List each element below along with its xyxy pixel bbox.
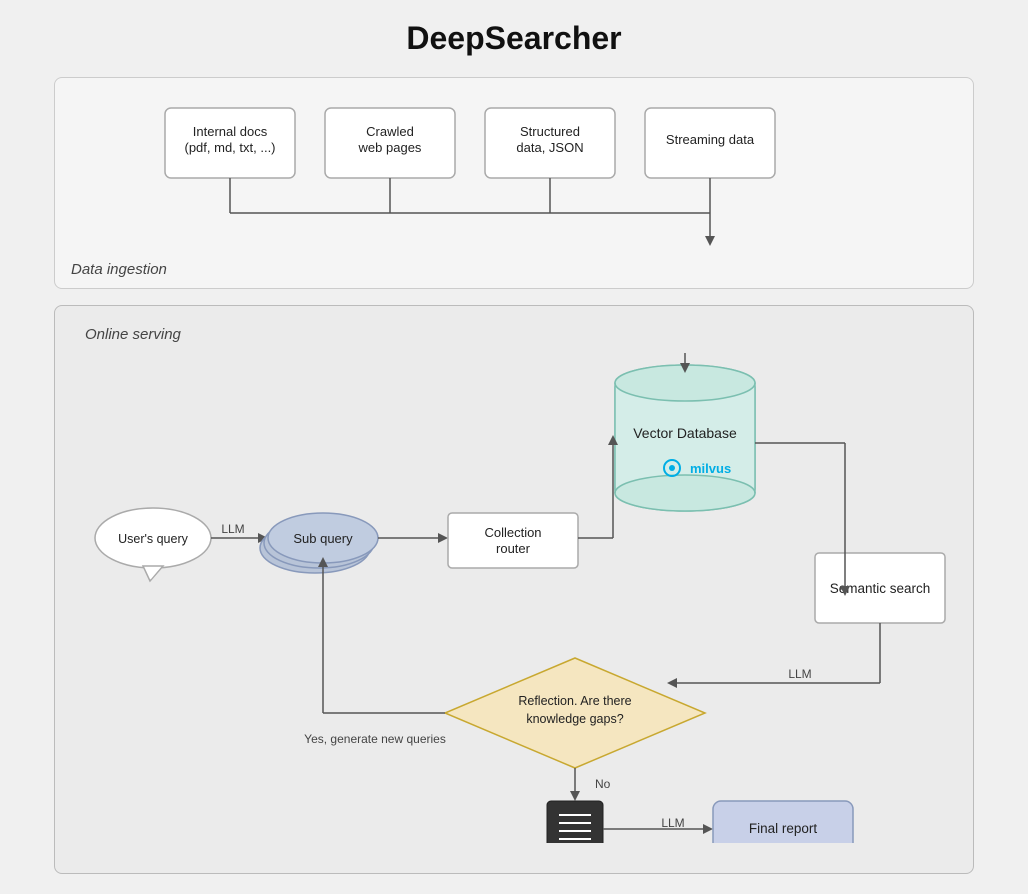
svg-text:Internal docs: Internal docs <box>193 124 268 139</box>
svg-text:Structured: Structured <box>520 124 580 139</box>
data-ingestion-diagram: Internal docs (pdf, md, txt, ...) Crawle… <box>85 98 945 258</box>
svg-text:Sub query: Sub query <box>293 531 353 546</box>
svg-text:(pdf, md, txt, ...): (pdf, md, txt, ...) <box>184 140 275 155</box>
svg-text:Reflection. Are there: Reflection. Are there <box>518 694 631 708</box>
data-ingestion-label: Data ingestion <box>71 261 167 278</box>
online-serving-label: Online serving <box>85 326 943 343</box>
data-ingestion-section: Internal docs (pdf, md, txt, ...) Crawle… <box>54 77 974 289</box>
svg-text:knowledge gaps?: knowledge gaps? <box>526 712 623 726</box>
svg-text:milvus: milvus <box>690 461 731 476</box>
svg-text:web pages: web pages <box>358 140 422 155</box>
svg-text:LLM: LLM <box>661 816 684 830</box>
online-serving-diagram: Vector Database milvus Semantic search U… <box>85 353 965 843</box>
svg-text:Final report: Final report <box>749 821 818 836</box>
svg-text:LLM: LLM <box>221 522 244 536</box>
svg-text:data, JSON: data, JSON <box>516 140 583 155</box>
svg-text:No: No <box>595 777 611 791</box>
svg-text:User's query: User's query <box>118 532 189 546</box>
main-container: DeepSearcher Internal docs (pdf, md, txt… <box>34 0 994 894</box>
svg-text:Yes, generate new queries: Yes, generate new queries <box>304 732 446 746</box>
svg-text:Streaming data: Streaming data <box>666 132 755 147</box>
svg-text:Vector Database: Vector Database <box>633 425 737 441</box>
svg-text:Crawled: Crawled <box>366 124 414 139</box>
svg-text:router: router <box>496 541 531 556</box>
svg-text:Collection: Collection <box>484 525 541 540</box>
page-title: DeepSearcher <box>54 20 974 57</box>
online-serving-section: Online serving Vector Database milvus <box>54 305 974 874</box>
svg-text:LLM: LLM <box>788 667 811 681</box>
